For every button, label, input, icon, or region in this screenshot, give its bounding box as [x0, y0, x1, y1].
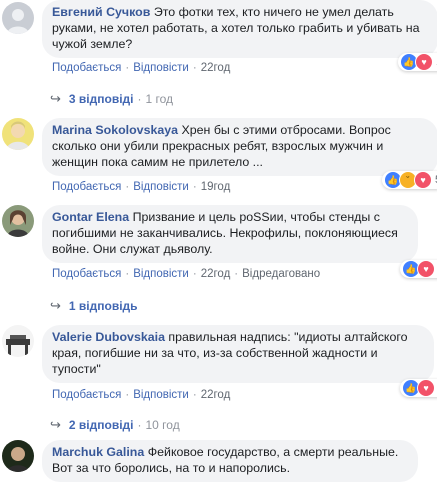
comment-bubble: Евгений Сучков Это фотки тех, кто ничего… — [42, 0, 437, 58]
like-link[interactable]: Подобається — [52, 389, 121, 401]
comment-author[interactable]: Marchuk Galina — [52, 445, 144, 459]
comment-bubble: Valerie Dubovskaia правильная надпись: "… — [42, 325, 434, 383]
comment-bubble: Marina Sokolovskaya Хрен бы с этими отбр… — [42, 118, 437, 176]
comment-actions: Подобається · Відповісти · 19год — [52, 181, 231, 193]
comment-bubble: Gontar Elena Призвание и цель poSSии, чт… — [42, 205, 418, 263]
replies-count[interactable]: 3 відповіді — [69, 92, 134, 106]
reply-link[interactable]: Відповісти — [133, 389, 189, 401]
reply-link[interactable]: Відповісти — [133, 62, 189, 74]
comment-author[interactable]: Евгений Сучков — [52, 5, 150, 19]
replies-count[interactable]: 2 відповіді — [69, 418, 134, 432]
like-link[interactable]: Подобається — [52, 62, 121, 74]
like-link[interactable]: Подобається — [52, 181, 121, 193]
love-icon: ♥ — [415, 53, 433, 71]
replies-time: 1 год — [145, 92, 174, 106]
reactions[interactable]: 👍 ˘ ♥ 5 — [382, 171, 437, 189]
reactions[interactable]: 👍 ♥ 6 — [400, 260, 437, 278]
comment-actions: Подобається · Відповісти · 22год — [52, 62, 231, 74]
love-icon: ♥ — [417, 379, 435, 397]
comment-actions: Подобається · Відповісти · 22год — [52, 389, 231, 401]
avatar[interactable] — [2, 2, 34, 34]
replies-count[interactable]: 1 відповідь — [69, 299, 138, 313]
reply-arrow-icon: ↪ — [50, 298, 61, 313]
love-icon: ♥ — [417, 260, 435, 278]
avatar[interactable] — [2, 118, 34, 150]
avatar[interactable] — [2, 325, 34, 357]
reply-arrow-icon: ↪ — [50, 91, 61, 106]
love-icon: ♥ — [414, 171, 432, 189]
comment-author[interactable]: Gontar Elena — [52, 210, 129, 224]
comment-actions: Подобається · Відповісти · 22год · Відредагова… — [52, 268, 321, 280]
replies-toggle[interactable]: ↪ 2 відповіді · 10 год — [50, 417, 180, 433]
reply-link[interactable]: Відповісти — [133, 181, 189, 193]
replies-time: 10 год — [145, 418, 180, 432]
timestamp[interactable]: 22год — [201, 62, 231, 74]
reactions[interactable]: 👍 ♥ 6 — [400, 379, 437, 397]
replies-toggle[interactable]: ↪ 1 відповідь — [50, 298, 138, 314]
like-link[interactable]: Подобається — [52, 268, 121, 280]
reply-link[interactable]: Відповісти — [133, 268, 189, 280]
comment-author[interactable]: Valerie Dubovskaia — [52, 330, 165, 344]
avatar[interactable] — [2, 205, 34, 237]
comment-author[interactable]: Marina Sokolovskaya — [52, 123, 178, 137]
replies-toggle[interactable]: ↪ 3 відповіді · 1 год — [50, 91, 173, 107]
edited-label[interactable]: Відредаговано — [242, 268, 320, 280]
comment-bubble: Marchuk Galina Фейковое государство, а с… — [42, 440, 418, 482]
reactions[interactable]: 👍 ♥ 12 — [398, 53, 437, 71]
timestamp[interactable]: 22год — [201, 389, 231, 401]
avatar[interactable] — [2, 440, 34, 472]
timestamp[interactable]: 19год — [201, 181, 231, 193]
timestamp[interactable]: 22год — [201, 268, 231, 280]
reply-arrow-icon: ↪ — [50, 417, 61, 432]
